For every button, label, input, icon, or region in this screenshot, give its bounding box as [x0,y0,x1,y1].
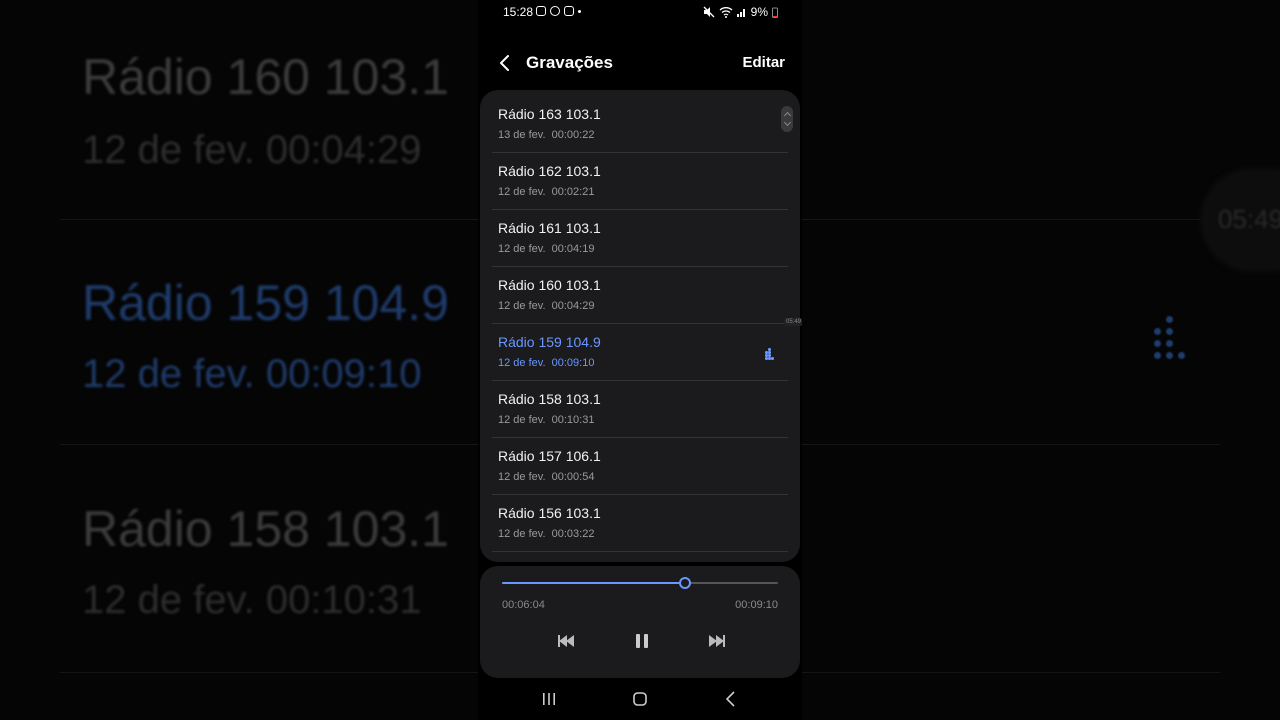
recording-duration: 00:04:29 [551,300,595,312]
bg-item-sub: 12 de fev. 00:10:31 [82,578,422,622]
total-time: 00:09:10 [735,599,778,611]
recents-icon[interactable] [536,688,562,710]
recording-date: 12 de fev. [498,243,546,255]
recording-duration: 00:03:22 [551,528,595,540]
bg-time-label: 05:49 [1218,204,1280,234]
phone-screen: 15:28 9% Gravações Editar Rádio 163 103.… [478,0,802,720]
recording-date: 12 de fev. [498,186,546,198]
seek-bar[interactable] [502,577,778,589]
recording-item[interactable]: Rádio 157 106.1 12 de fev. 00:00:54 [492,438,788,495]
recording-item[interactable]: Rádio 161 103.1 12 de fev. 00:04:19 [492,210,788,267]
recording-duration: 00:09:10 [551,357,595,369]
recording-meta: 12 de fev. 00:09:10 [498,357,594,369]
seek-bar-thumb[interactable] [678,577,691,589]
recording-item[interactable]: Rádio 162 103.1 12 de fev. 00:02:21 [492,153,788,210]
recording-duration: 00:04:19 [551,243,595,255]
recording-name: Rádio 159 104.9 [498,334,601,350]
skip-previous-icon[interactable] [555,632,577,650]
recording-name: Rádio 157 106.1 [498,448,601,464]
seek-bar-progress [502,582,685,584]
status-bar: 15:28 9% [478,0,802,24]
recording-name: Rádio 158 103.1 [498,391,601,407]
recording-duration: 00:00:22 [551,129,595,141]
recording-duration: 00:10:31 [551,414,595,426]
battery-percent: 9% [750,5,768,19]
recording-date: 12 de fev. [498,414,546,426]
recording-duration: 00:02:21 [551,186,595,198]
wifi-icon [719,7,733,18]
recording-name: Rádio 156 103.1 [498,505,601,521]
notification-icon [536,6,546,16]
recording-meta: 12 de fev. 00:02:21 [498,186,594,198]
home-icon[interactable] [627,688,653,710]
recording-date: 13 de fev. [498,129,546,141]
app-header: Gravações Editar [478,42,802,84]
recording-item[interactable]: Rádio 158 103.1 12 de fev. 00:10:31 [492,381,788,438]
recording-duration: 00:00:54 [551,471,595,483]
current-time: 00:06:04 [502,599,545,611]
system-icons: 9% [703,5,778,19]
recording-name: Rádio 162 103.1 [498,163,601,179]
recording-date: 12 de fev. [498,300,546,312]
recording-date: 12 de fev. [498,528,546,540]
notification-icon [550,6,560,16]
bg-item-title-active: Rádio 159 104.9 [82,275,449,331]
recording-meta: 12 de fev. 00:03:22 [498,528,594,540]
system-nav-bar [478,682,802,720]
recording-meta: 12 de fev. 00:04:29 [498,300,594,312]
recording-meta: 12 de fev. 00:10:31 [498,414,594,426]
edit-button[interactable]: Editar [742,54,785,71]
recording-item[interactable]: Rádio 159 104.9 12 de fev. 00:09:10 [492,324,788,381]
screen: Rádio 160 103.1 12 de fev. 00:04:29 Rádi… [0,0,1280,720]
mini-player: 00:06:04 00:09:10 [480,566,800,678]
page-title: Gravações [526,53,613,72]
notification-icons [536,6,581,16]
fast-scroll-handle[interactable] [781,106,793,132]
recording-name: Rádio 163 103.1 [498,106,601,122]
recording-item[interactable]: Rádio 163 103.1 13 de fev. 00:00:22 [492,96,788,153]
waveform-icon [764,348,776,360]
signal-icon [736,9,745,17]
mute-icon [703,6,715,18]
recording-meta: 13 de fev. 00:00:22 [498,129,594,141]
notification-icon [564,6,574,16]
recording-name: Rádio 161 103.1 [498,220,601,236]
battery-icon [772,7,778,18]
recording-item[interactable]: Rádio 156 103.1 12 de fev. 00:03:22 [492,495,788,552]
pause-icon[interactable] [631,632,653,650]
bg-item-sub-active: 12 de fev. 00:09:10 [82,352,422,396]
recording-item[interactable]: Rádio 160 103.1 12 de fev. 00:04:29 [492,267,788,324]
bg-item-title: Rádio 158 103.1 [82,501,449,557]
bg-item-sub: 12 de fev. 00:04:29 [82,128,422,172]
chevron-left-icon[interactable] [496,52,514,74]
skip-next-icon[interactable] [706,632,728,650]
back-icon[interactable] [718,688,744,710]
more-notifications-icon [578,9,581,13]
divider [492,551,788,552]
recordings-list[interactable]: Rádio 163 103.1 13 de fev. 00:00:22 Rádio … [480,90,800,562]
status-time: 15:28 [503,5,534,19]
recording-date: 12 de fev. [498,471,546,483]
recording-meta: 12 de fev. 00:00:54 [498,471,594,483]
scroll-position-tag: 05:49 [784,318,802,326]
bg-item-title: Rádio 160 103.1 [82,49,449,105]
bg-waveform-icon [1150,316,1190,366]
recording-name: Rádio 160 103.1 [498,277,601,293]
recording-meta: 12 de fev. 00:04:19 [498,243,594,255]
recording-date: 12 de fev. [498,357,546,369]
